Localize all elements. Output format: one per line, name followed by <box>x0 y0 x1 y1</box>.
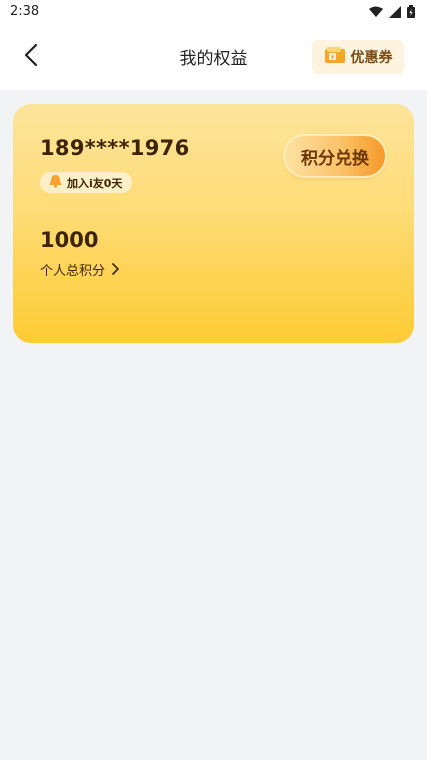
join-days-badge: 加入i友0天 <box>40 172 133 193</box>
total-points-link[interactable]: 个人总积分 <box>40 260 119 279</box>
coupon-button[interactable]: ¥ 优惠券 <box>312 40 404 74</box>
points-value: 1000 <box>40 228 99 252</box>
wifi-icon <box>369 3 383 22</box>
chevron-right-icon <box>111 260 119 279</box>
status-time: 2:38 <box>10 4 40 19</box>
coupon-label: 优惠券 <box>350 50 393 66</box>
status-icons <box>369 3 415 22</box>
total-points-label: 个人总积分 <box>40 264 106 279</box>
points-exchange-button[interactable]: 积分兑换 <box>285 136 385 176</box>
phone-number: 189****1976 <box>40 136 190 160</box>
header: 我的权益 ¥ 优惠券 <box>0 24 427 90</box>
svg-text:¥: ¥ <box>330 54 334 61</box>
status-bar: 2:38 <box>0 0 427 24</box>
join-days-text: 加入i友0天 <box>67 176 123 190</box>
signal-icon <box>389 3 401 22</box>
points-exchange-label: 积分兑换 <box>301 148 369 169</box>
coupon-icon: ¥ <box>324 46 346 68</box>
membership-card: 189****1976 加入i友0天 1000 个人总积分 积分兑换 <box>13 104 414 343</box>
battery-icon <box>407 3 415 22</box>
bell-icon <box>48 173 63 192</box>
